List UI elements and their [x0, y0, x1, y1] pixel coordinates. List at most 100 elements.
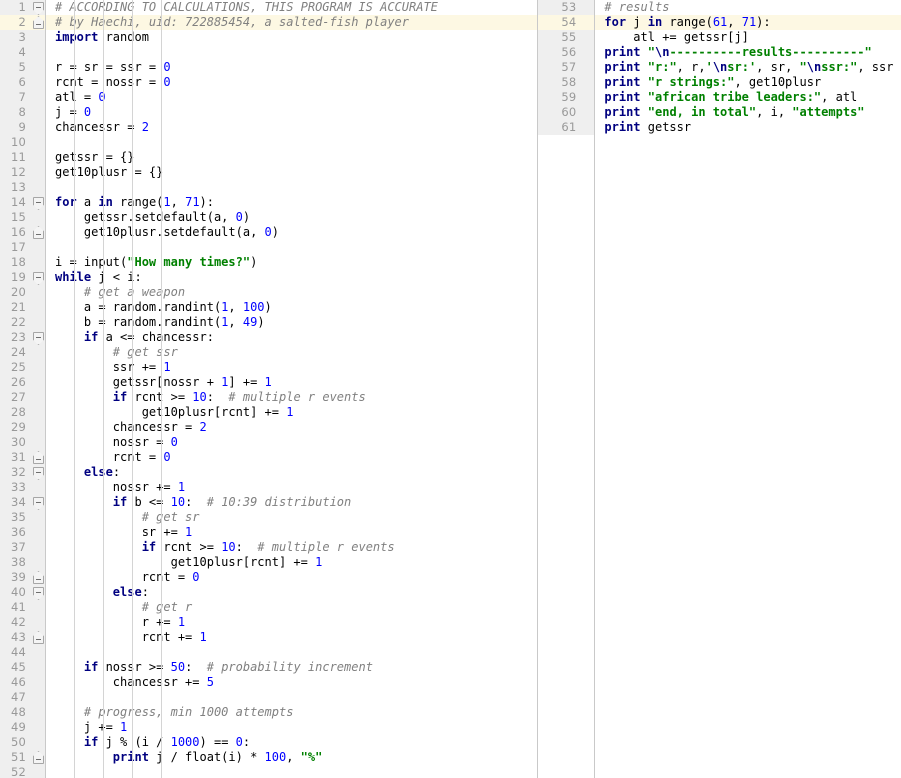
line-number[interactable]: 42: [0, 615, 32, 630]
code-text[interactable]: # get ssr: [45, 345, 538, 360]
code-text[interactable]: # get sr: [45, 510, 538, 525]
line-number[interactable]: 11: [0, 150, 32, 165]
line-number[interactable]: 2: [0, 15, 32, 30]
code-text[interactable]: r += 1: [45, 615, 538, 630]
line-number[interactable]: 21: [0, 300, 32, 315]
line-number[interactable]: 61: [538, 120, 585, 135]
line-number[interactable]: 51: [0, 750, 32, 765]
code-line[interactable]: 40 else:: [0, 585, 538, 600]
code-text[interactable]: if j % (i / 1000) == 0:: [45, 735, 538, 750]
fold-toggle-icon[interactable]: [32, 585, 45, 600]
line-number[interactable]: 49: [0, 720, 32, 735]
line-number[interactable]: 36: [0, 525, 32, 540]
code-text[interactable]: # progress, min 1000 attempts: [45, 705, 538, 720]
line-number[interactable]: 53: [538, 0, 585, 15]
fold-toggle-icon[interactable]: [32, 225, 45, 240]
fold-toggle-icon[interactable]: [32, 0, 45, 15]
line-number[interactable]: 20: [0, 285, 32, 300]
code-line[interactable]: 32 else:: [0, 465, 538, 480]
line-number[interactable]: 25: [0, 360, 32, 375]
line-number[interactable]: 1: [0, 0, 32, 15]
code-line[interactable]: 47: [0, 690, 538, 705]
code-line[interactable]: 60 print "end, in total", i, "attempts": [538, 105, 901, 120]
code-line[interactable]: 16 get10plusr.setdefault(a, 0): [0, 225, 538, 240]
code-line[interactable]: 22 b = random.randint(1, 49): [0, 315, 538, 330]
code-line[interactable]: 44: [0, 645, 538, 660]
code-line[interactable]: 56 print "\n----------results----------": [538, 45, 901, 60]
code-line[interactable]: 1 # ACCORDING TO CALCULATIONS, THIS PROGR…: [0, 0, 538, 15]
code-line[interactable]: 12 get10plusr = {}: [0, 165, 538, 180]
code-line[interactable]: 53 # results: [538, 0, 901, 15]
code-line[interactable]: 57 print "r:", r,'\nsr:', sr, "\nssr:", s…: [538, 60, 901, 75]
fold-collapse-icon[interactable]: [33, 467, 44, 480]
code-text[interactable]: else:: [45, 465, 538, 480]
code-line[interactable]: 39 rcnt = 0: [0, 570, 538, 585]
line-number[interactable]: 13: [0, 180, 32, 195]
fold-toggle-icon[interactable]: [32, 465, 45, 480]
code-line[interactable]: 46 chancessr += 5: [0, 675, 538, 690]
code-line[interactable]: 25 ssr += 1: [0, 360, 538, 375]
fold-toggle-icon[interactable]: [32, 15, 45, 30]
line-number[interactable]: 19: [0, 270, 32, 285]
code-text[interactable]: get10plusr[rcnt] += 1: [45, 555, 538, 570]
code-line[interactable]: 55 atl += getssr[j]: [538, 30, 901, 45]
code-text[interactable]: rcnt = 0: [45, 450, 538, 465]
line-number[interactable]: 45: [0, 660, 32, 675]
code-line[interactable]: 21 a = random.randint(1, 100): [0, 300, 538, 315]
code-text[interactable]: [45, 765, 538, 778]
code-text[interactable]: getssr[nossr + 1] += 1: [45, 375, 538, 390]
code-line[interactable]: 14 for a in range(1, 71):: [0, 195, 538, 210]
code-line[interactable]: 8 j = 0: [0, 105, 538, 120]
code-text[interactable]: print getssr: [594, 120, 901, 135]
code-text[interactable]: a = random.randint(1, 100): [45, 300, 538, 315]
code-line[interactable]: 45 if nossr >= 50: # probability increme…: [0, 660, 538, 675]
code-line[interactable]: 35 # get sr: [0, 510, 538, 525]
code-text[interactable]: if rcnt >= 10: # multiple r events: [45, 540, 538, 555]
code-text[interactable]: rcnt += 1: [45, 630, 538, 645]
line-number[interactable]: 18: [0, 255, 32, 270]
code-text[interactable]: for j in range(61, 71):: [594, 15, 901, 30]
code-line[interactable]: 50 if j % (i / 1000) == 0:: [0, 735, 538, 750]
code-text[interactable]: print j / float(i) * 100, "%": [45, 750, 538, 765]
line-number[interactable]: 32: [0, 465, 32, 480]
line-number[interactable]: 5: [0, 60, 32, 75]
code-line[interactable]: 6 rcnt = nossr = 0: [0, 75, 538, 90]
line-number[interactable]: 26: [0, 375, 32, 390]
line-number[interactable]: 59: [538, 90, 585, 105]
line-number[interactable]: 12: [0, 165, 32, 180]
code-text[interactable]: [45, 240, 538, 255]
code-line[interactable]: 10: [0, 135, 538, 150]
code-line[interactable]: 11 getssr = {}: [0, 150, 538, 165]
code-text[interactable]: get10plusr.setdefault(a, 0): [45, 225, 538, 240]
code-text[interactable]: getssr.setdefault(a, 0): [45, 210, 538, 225]
fold-collapse-icon[interactable]: [33, 197, 44, 210]
code-text[interactable]: # ACCORDING TO CALCULATIONS, THIS PROGRA…: [45, 0, 538, 15]
code-lines-left[interactable]: 1 # ACCORDING TO CALCULATIONS, THIS PROGR…: [0, 0, 538, 778]
line-number[interactable]: 22: [0, 315, 32, 330]
code-text[interactable]: # by Haechi, uid: 722885454, a salted-fi…: [45, 15, 538, 30]
code-text[interactable]: print "\n----------results----------": [594, 45, 901, 60]
line-number[interactable]: 55: [538, 30, 585, 45]
code-text[interactable]: b = random.randint(1, 49): [45, 315, 538, 330]
code-line[interactable]: 4: [0, 45, 538, 60]
code-text[interactable]: rcnt = 0: [45, 570, 538, 585]
fold-collapse-icon[interactable]: [33, 587, 44, 600]
code-text[interactable]: if rcnt >= 10: # multiple r events: [45, 390, 538, 405]
code-line[interactable]: 59 print "african tribe leaders:", atl: [538, 90, 901, 105]
fold-toggle-icon[interactable]: [32, 630, 45, 645]
code-line[interactable]: 23 if a <= chancessr:: [0, 330, 538, 345]
code-text[interactable]: atl = 0: [45, 90, 538, 105]
line-number[interactable]: 16: [0, 225, 32, 240]
line-number[interactable]: 52: [0, 765, 32, 778]
code-text[interactable]: # get a weapon: [45, 285, 538, 300]
line-number[interactable]: 58: [538, 75, 585, 90]
code-line[interactable]: 37 if rcnt >= 10: # multiple r events: [0, 540, 538, 555]
line-number[interactable]: 50: [0, 735, 32, 750]
line-number[interactable]: 38: [0, 555, 32, 570]
code-line[interactable]: 58 print "r strings:", get10plusr: [538, 75, 901, 90]
code-line[interactable]: 33 nossr += 1: [0, 480, 538, 495]
fold-toggle-icon[interactable]: [32, 330, 45, 345]
line-number[interactable]: 8: [0, 105, 32, 120]
line-number[interactable]: 54: [538, 15, 585, 30]
code-text[interactable]: while j < i:: [45, 270, 538, 285]
